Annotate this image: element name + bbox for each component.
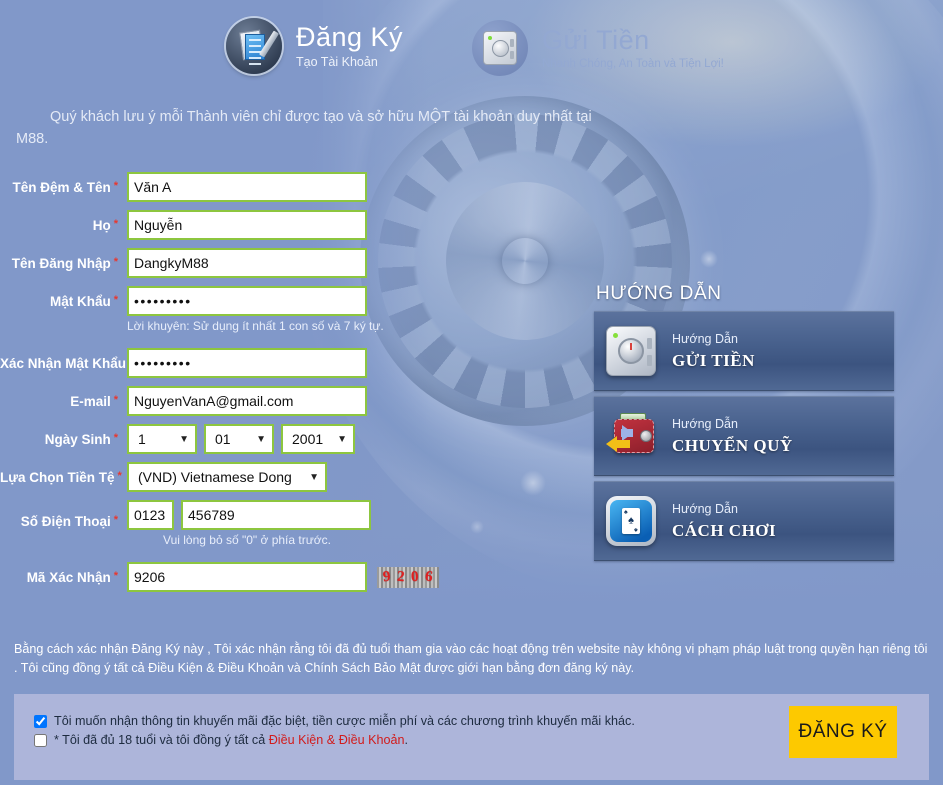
register-submit-button[interactable]: ĐĂNG KÝ (789, 706, 897, 758)
field-row-email: E-mail * (0, 386, 470, 416)
guide-panel: HƯỚNG DẪN Hướng Dẫn GỬI TIỀN Hướng Dẫn C… (594, 283, 894, 566)
guide-card-title: GỬI TIỀN (672, 351, 755, 370)
phone-hint: Vui lòng bỏ số "0" ở phía trước. (163, 533, 331, 547)
label-email: E-mail * (70, 394, 118, 409)
guide-card-eyebrow: Hướng Dẫn (672, 417, 738, 431)
field-row-username: Tên Đăng Nhập * (0, 248, 470, 278)
label-password: Mật Khẩu * (49, 294, 118, 309)
dob-day-value: 1 (138, 431, 146, 447)
required-star: * (113, 514, 118, 526)
tab-deposit-subtitle: Nhanh Chóng, An Toàn và Tiện Lợi! (542, 58, 724, 71)
label-currency: Lựa Chọn Tiền Tệ * (0, 470, 122, 485)
safe-icon (606, 325, 658, 378)
guide-card-eyebrow: Hướng Dẫn (672, 502, 738, 516)
field-row-first-name: Tên Đệm & Tên * (0, 172, 470, 202)
age-checkbox-row[interactable]: * Tôi đã đủ 18 tuổi và tôi đồng ý tất cả… (34, 733, 635, 747)
required-star: * (113, 218, 118, 230)
label-captcha: Mã Xác Nhận * (26, 570, 118, 585)
terms-and-conditions-link[interactable]: Điều Kiện & Điều Khoản (269, 733, 405, 747)
chevron-down-icon: ▼ (337, 433, 347, 445)
required-star: * (113, 180, 118, 192)
captcha-digit: 6 (424, 568, 434, 585)
account-notice-text: Quý khách lưu ý mỗi Thành viên chỉ được … (16, 109, 592, 147)
captcha-digit: 0 (410, 568, 420, 585)
dob-month-select[interactable]: 01 ▼ (204, 424, 274, 454)
label-username: Tên Đăng Nhập * (11, 256, 118, 271)
field-row-confirm-password: Xác Nhận Mật Khẩu* (0, 348, 470, 378)
terms-paragraph: Bằng cách xác nhận Đăng Ký này , Tôi xác… (14, 642, 928, 675)
document-pen-icon (226, 18, 282, 74)
required-star: * (113, 256, 118, 268)
field-row-captcha: Mã Xác Nhận * 9 2 0 6 (0, 562, 470, 592)
chevron-down-icon: ▼ (179, 433, 189, 445)
label-dob: Ngày Sinh * (44, 432, 118, 447)
tab-deposit-title: Gửi Tiền (542, 24, 650, 55)
age-checkbox-label[interactable]: * Tôi đã đủ 18 tuổi và tôi đồng ý tất cả… (54, 733, 408, 747)
chevron-down-icon: ▼ (309, 471, 319, 483)
first-name-input[interactable] (127, 172, 367, 202)
agreement-checkbox-group: Tôi muốn nhận thông tin khuyến mãi đặc b… (34, 714, 635, 752)
phone-country-code-input[interactable] (127, 500, 174, 530)
chevron-down-icon: ▼ (256, 433, 266, 445)
tab-register-subtitle: Tạo Tài Khoản (296, 55, 378, 70)
phone-number-input[interactable] (181, 500, 371, 530)
required-star: * (117, 470, 122, 482)
label-first-name: Tên Đệm & Tên * (12, 180, 118, 195)
age-label-suffix: . (404, 733, 409, 747)
required-star: * (113, 432, 118, 444)
label-confirm-password: Xác Nhận Mật Khẩu* (0, 348, 133, 371)
guide-card-title: CHUYỂN QUỸ (672, 436, 793, 455)
password-input[interactable] (127, 286, 367, 316)
captcha-digit: 2 (396, 568, 406, 585)
field-row-last-name: Họ * (0, 210, 470, 240)
promo-checkbox[interactable] (34, 714, 47, 728)
required-star: * (113, 294, 118, 306)
age-label-prefix: * Tôi đã đủ 18 tuổi và tôi đồng ý tất cả (54, 733, 269, 747)
dob-year-select[interactable]: 2001 ▼ (281, 424, 355, 454)
tab-register[interactable]: Đăng Ký Tạo Tài Khoản (226, 18, 403, 74)
field-row-dob: Ngày Sinh * 1 ▼ 01 ▼ 2001 ▼ (0, 424, 470, 454)
email-input[interactable] (127, 386, 367, 416)
field-row-password: Mật Khẩu* Lời khuyên: Sử dụng ít nhất 1 … (0, 286, 470, 340)
captcha-digit: 9 (382, 568, 392, 585)
label-last-name: Họ * (92, 218, 118, 233)
username-input[interactable] (127, 248, 367, 278)
wallet-transfer-icon (606, 411, 658, 463)
page-header: Đăng Ký Tạo Tài Khoản Gửi Tiền Nhanh Chó… (0, 0, 943, 96)
field-row-phone: Số Điện Thoại* Vui lòng bỏ số "0" ở phía… (0, 500, 470, 554)
registration-form: Tên Đệm & Tên* Họ* Tên Đăng Nhập* Mật Kh… (0, 172, 470, 600)
dob-day-select[interactable]: 1 ▼ (127, 424, 197, 454)
promo-checkbox-label[interactable]: Tôi muốn nhận thông tin khuyến mãi đặc b… (54, 714, 635, 728)
playing-cards-icon: ♠ ♠ ♠ (606, 495, 658, 548)
confirm-password-input[interactable] (127, 348, 367, 378)
last-name-input[interactable] (127, 210, 367, 240)
tab-register-title: Đăng Ký (296, 21, 404, 52)
dob-year-value: 2001 (292, 431, 324, 447)
tab-deposit[interactable]: Gửi Tiền Nhanh Chóng, An Toàn và Tiện Lợ… (472, 20, 724, 76)
password-hint: Lời khuyên: Sử dụng ít nhất 1 con số và … (127, 319, 384, 333)
currency-select[interactable]: (VND) Vietnamese Dong ▼ (127, 462, 327, 492)
captcha-input[interactable] (127, 562, 367, 592)
guide-card-deposit[interactable]: Hướng Dẫn GỬI TIỀN (594, 311, 894, 391)
field-row-currency: Lựa Chọn Tiền Tệ * (VND) Vietnamese Dong … (0, 462, 470, 492)
guide-card-transfer[interactable]: Hướng Dẫn CHUYỂN QUỸ (594, 396, 894, 476)
promo-checkbox-row[interactable]: Tôi muốn nhận thông tin khuyến mãi đặc b… (34, 714, 635, 728)
age-checkbox[interactable] (34, 733, 47, 747)
label-phone: Số Điện Thoại * (20, 514, 118, 529)
agreement-panel: Tôi muốn nhận thông tin khuyến mãi đặc b… (14, 694, 929, 780)
guide-card-title: CÁCH CHƠI (672, 521, 777, 540)
safe-icon (472, 20, 528, 76)
guide-card-how-to-play[interactable]: ♠ ♠ ♠ Hướng Dẫn CÁCH CHƠI (594, 481, 894, 561)
required-star: * (113, 394, 118, 406)
captcha-image[interactable]: 9 2 0 6 (377, 566, 439, 588)
currency-value: (VND) Vietnamese Dong (138, 469, 292, 485)
guide-card-eyebrow: Hướng Dẫn (672, 332, 738, 346)
dob-month-value: 01 (215, 431, 231, 447)
required-star: * (113, 570, 118, 582)
guide-panel-title: HƯỚNG DẪN (596, 283, 722, 304)
